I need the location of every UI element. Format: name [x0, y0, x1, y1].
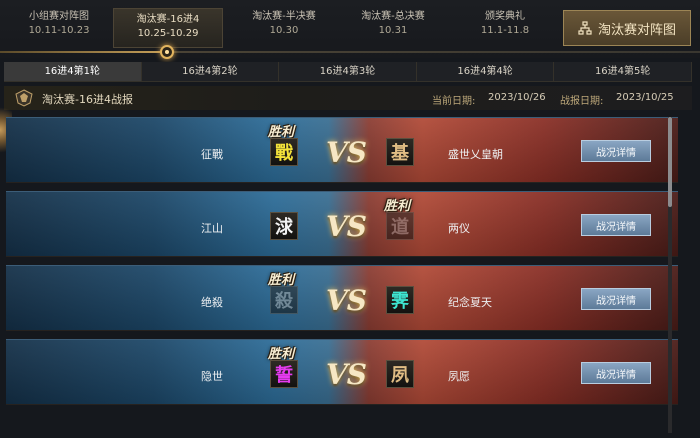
stage-dates: 10.31 — [378, 25, 408, 36]
right-team-name: 夙愿 — [448, 370, 470, 383]
vs-label: VS — [326, 136, 367, 169]
stage-final[interactable]: 淘汰赛-总决赛 10.31 — [338, 10, 448, 38]
vs-label: VS — [326, 210, 367, 243]
stage-dates: 10.11-10.23 — [28, 25, 90, 36]
right-team-badge: 夙 — [386, 360, 414, 388]
stage-semifinal[interactable]: 淘汰赛-半决赛 10.30 — [229, 10, 339, 38]
match-row: 胜利 江山 浗 VS 道 两仪 战况详情 — [6, 191, 678, 257]
stage-title: 淘汰赛-半决赛 — [252, 11, 316, 22]
stage-title: 颁奖典礼 — [485, 11, 525, 22]
match-row: 胜利 隐世 誓 VS 夙 夙愿 战况详情 — [6, 339, 678, 405]
bracket-button-label: 淘汰赛对阵图 — [597, 22, 676, 38]
tab-round-5[interactable]: 16进4第5轮 — [554, 62, 692, 81]
stage-dates: 10.25-10.29 — [137, 28, 199, 39]
tab-round-4[interactable]: 16进4第4轮 — [417, 62, 555, 81]
right-team-name: 两仪 — [448, 222, 470, 235]
stage-awards[interactable]: 颁奖典礼 11.1-11.8 — [450, 10, 560, 38]
stage-timeline: 小组赛对阵图 10.11-10.23 淘汰赛-16进4 10.25-10.29 … — [0, 0, 700, 59]
scrollbar[interactable] — [668, 117, 672, 433]
left-team-name: 征戰 — [201, 148, 223, 161]
detail-button[interactable]: 战况详情 — [581, 214, 651, 236]
detail-button[interactable]: 战况详情 — [581, 288, 651, 310]
right-team-badge: 道 — [386, 212, 414, 240]
left-team-badge: 誓 — [270, 360, 298, 388]
emblem-icon — [15, 89, 33, 107]
stage-title: 淘汰赛-16进4 — [136, 14, 200, 25]
tab-round-2[interactable]: 16进4第2轮 — [142, 62, 280, 81]
left-team-name: 江山 — [201, 222, 223, 235]
detail-button[interactable]: 战况详情 — [581, 140, 651, 162]
right-team-name: 纪念夏天 — [448, 296, 492, 309]
stage-knockout-16to4[interactable]: 淘汰赛-16进4 10.25-10.29 — [113, 8, 223, 48]
match-list: 胜利 征戰 戰 VS 基 盛世乂皇朝 战况详情 胜利 江山 浗 VS 道 两仪 … — [0, 113, 700, 438]
stage-group[interactable]: 小组赛对阵图 10.11-10.23 — [4, 10, 114, 38]
vs-label: VS — [326, 358, 367, 391]
current-date: 2023/10/26 — [488, 92, 546, 103]
match-row: 胜利 征戰 戰 VS 基 盛世乂皇朝 战况详情 — [6, 117, 678, 183]
bracket-icon — [578, 21, 592, 35]
stage-title: 淘汰赛-总决赛 — [361, 11, 425, 22]
right-team-badge: 霁 — [386, 286, 414, 314]
tab-round-1[interactable]: 16进4第1轮 — [4, 62, 142, 81]
left-team-badge: 殺 — [270, 286, 298, 314]
left-team-badge: 戰 — [270, 138, 298, 166]
report-date-label: 战报日期: — [560, 96, 604, 107]
round-tabs: 16进4第1轮 16进4第2轮 16进4第3轮 16进4第4轮 16进4第5轮 — [4, 62, 692, 82]
detail-button[interactable]: 战况详情 — [581, 362, 651, 384]
stage-dates: 10.30 — [269, 25, 299, 36]
report-header: 淘汰赛-16进4战报 当前日期: 2023/10/26 战报日期: 2023/1… — [4, 86, 692, 110]
vs-label: VS — [326, 284, 367, 317]
scrollbar-thumb[interactable] — [668, 117, 672, 207]
left-team-name: 绝殺 — [201, 296, 223, 309]
bracket-view-button[interactable]: 淘汰赛对阵图 — [563, 10, 691, 46]
timeline-line — [0, 51, 700, 53]
left-team-badge: 浗 — [270, 212, 298, 240]
stage-dates: 11.1-11.8 — [480, 25, 530, 36]
right-team-badge: 基 — [386, 138, 414, 166]
left-team-name: 隐世 — [201, 370, 223, 383]
stage-title: 小组赛对阵图 — [29, 11, 89, 22]
right-team-name: 盛世乂皇朝 — [448, 148, 503, 161]
tab-round-3[interactable]: 16进4第3轮 — [279, 62, 417, 81]
report-title: 淘汰赛-16进4战报 — [42, 93, 133, 106]
current-date-label: 当前日期: — [432, 96, 476, 107]
match-row: 胜利 绝殺 殺 VS 霁 纪念夏天 战况详情 — [6, 265, 678, 331]
timeline-current-marker — [160, 45, 174, 59]
report-date: 2023/10/25 — [616, 92, 674, 103]
